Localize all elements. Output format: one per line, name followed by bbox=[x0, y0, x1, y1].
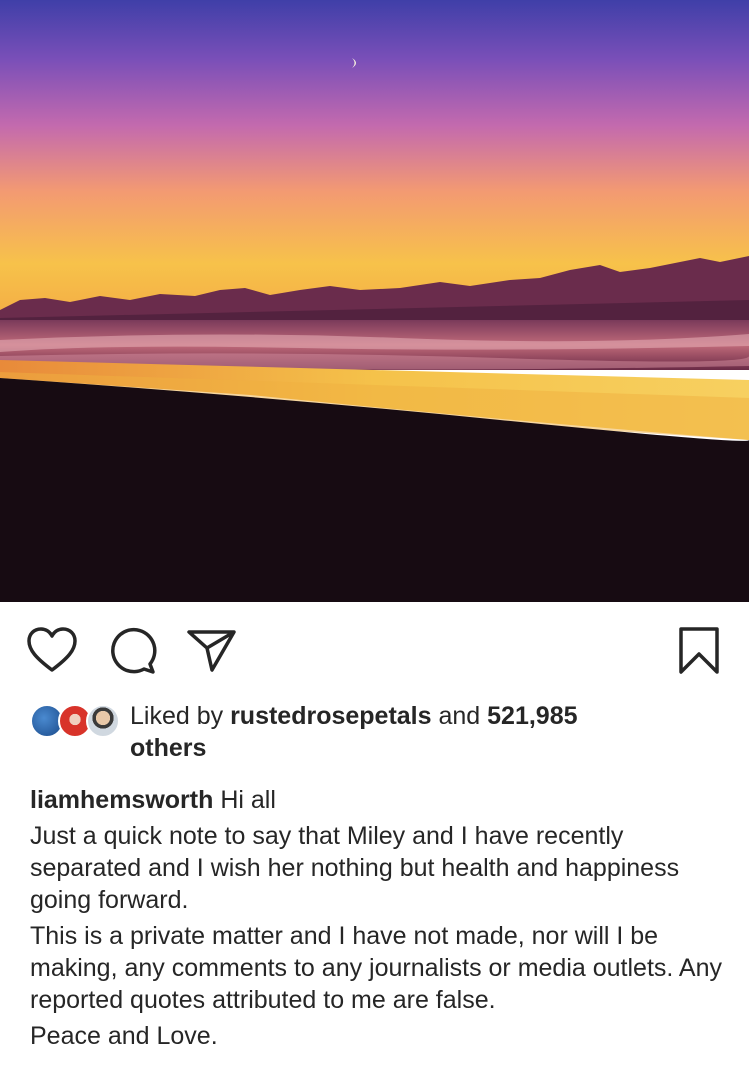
send-icon[interactable] bbox=[186, 628, 238, 674]
likes-row[interactable]: Liked by rustedrosepetals and 521,985 oth… bbox=[30, 700, 730, 770]
heart-icon[interactable] bbox=[26, 626, 78, 674]
bookmark-icon[interactable] bbox=[678, 626, 720, 676]
likes-count[interactable]: 521,985 bbox=[487, 702, 577, 730]
comment-icon[interactable] bbox=[106, 626, 158, 676]
caption-paragraph-1: Just a quick note to say that Miley and … bbox=[30, 822, 680, 914]
likes-prefix: Liked by bbox=[130, 702, 231, 730]
liked-by-username[interactable]: rustedrosepetals bbox=[230, 702, 431, 730]
sunset-beach-photo bbox=[0, 0, 749, 602]
post-caption: liamhemsworth Hi all Just a quick note t… bbox=[30, 784, 730, 1052]
liker-avatars[interactable] bbox=[30, 704, 120, 744]
likes-middle: and bbox=[431, 702, 488, 730]
likes-text: Liked by rustedrosepetals and 521,985 oth… bbox=[130, 700, 690, 764]
caption-paragraph-2: This is a private matter and I have not … bbox=[30, 922, 722, 1014]
caption-username[interactable]: liamhemsworth bbox=[30, 786, 213, 814]
caption-first-line: Hi all bbox=[220, 786, 276, 814]
post-image[interactable] bbox=[0, 0, 749, 602]
post-actions bbox=[0, 602, 749, 697]
likes-others[interactable]: others bbox=[130, 734, 206, 762]
caption-paragraph-3: Peace and Love. bbox=[30, 1022, 218, 1050]
avatar[interactable] bbox=[86, 704, 120, 738]
